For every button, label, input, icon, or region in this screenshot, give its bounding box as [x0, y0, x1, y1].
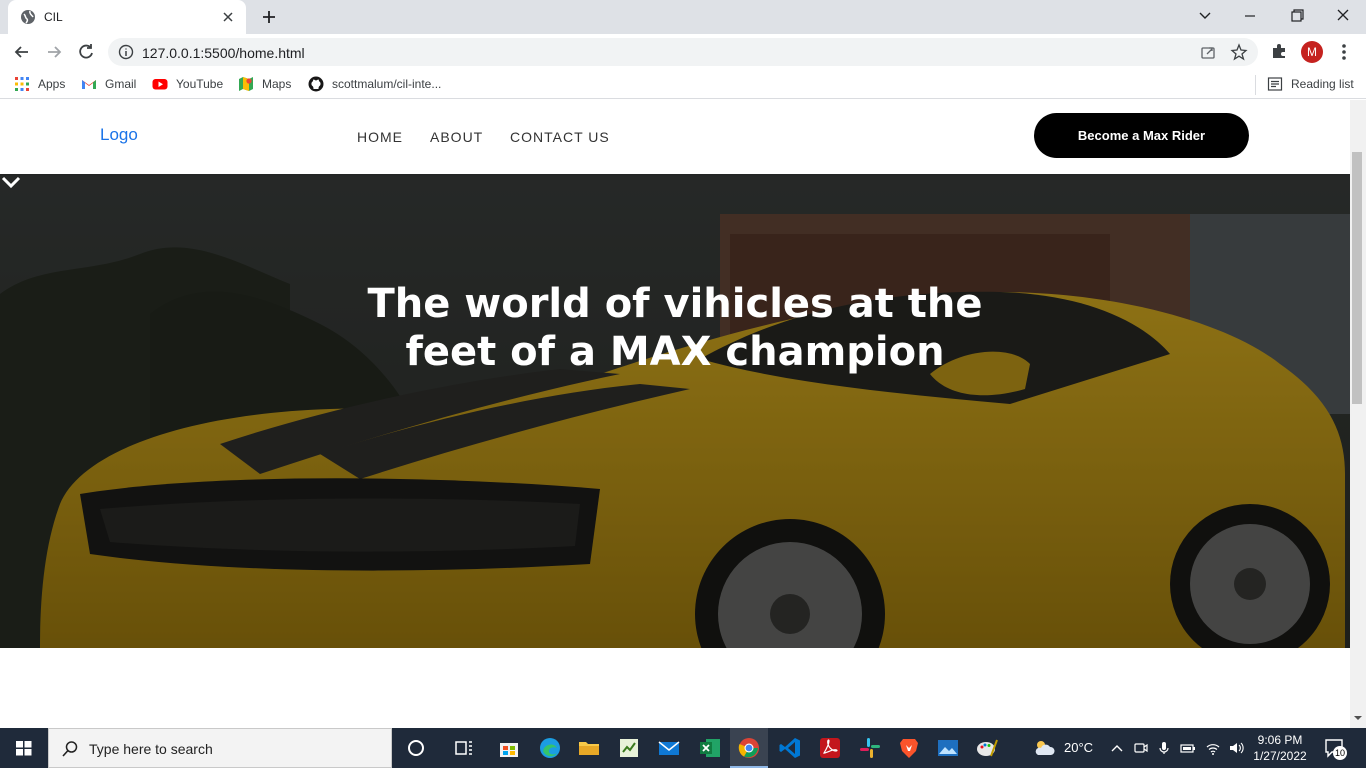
- bookmark-label: Gmail: [105, 77, 137, 91]
- back-icon[interactable]: [12, 42, 32, 62]
- browser-tab[interactable]: CIL: [8, 0, 246, 34]
- windows-taskbar: Type here to search 20°C 9:06 PM 1/27/20…: [0, 728, 1366, 768]
- page-viewport: Logo HOME ABOUT CONTACT US Become a Max …: [0, 100, 1350, 728]
- close-tab-icon[interactable]: [220, 9, 236, 25]
- windows-start-icon[interactable]: [0, 728, 48, 768]
- minimize-icon[interactable]: [1238, 5, 1262, 27]
- tab-search-icon[interactable]: [1193, 5, 1217, 27]
- volume-icon[interactable]: [1228, 740, 1244, 756]
- bookmark-label: Apps: [38, 77, 66, 91]
- bookmark-label: Maps: [262, 77, 292, 91]
- logo-alt-text: Logo: [100, 125, 138, 144]
- meet-now-icon[interactable]: [1133, 740, 1149, 756]
- microsoft-store-icon[interactable]: [497, 736, 521, 760]
- site-header: Logo HOME ABOUT CONTACT US Become a Max …: [0, 100, 1350, 174]
- bookmark-separator: [1255, 75, 1256, 95]
- apps-grid-icon: [15, 77, 29, 91]
- hero-section: The world of vihicles at the feet of a M…: [0, 174, 1350, 648]
- bookmark-label: scottmalum/cil-inte...: [332, 77, 442, 91]
- extensions-puzzle-icon[interactable]: [1270, 42, 1288, 60]
- slack-icon[interactable]: [858, 736, 882, 760]
- bookmarks-bar: Apps Gmail YouTube Maps scottmalum/cil-i…: [0, 70, 1366, 99]
- restore-icon[interactable]: [1285, 5, 1309, 27]
- bookmark-apps[interactable]: Apps: [14, 76, 65, 92]
- browser-toolbar: 127.0.0.1:5500/home.html M: [0, 34, 1366, 70]
- photos-icon[interactable]: [936, 736, 960, 760]
- search-placeholder: Type here to search: [89, 741, 213, 757]
- gmail-icon: [82, 80, 96, 89]
- notification-count-badge: 10: [1333, 746, 1347, 760]
- maps-icon: [239, 77, 253, 91]
- chrome-icon[interactable]: [737, 736, 761, 760]
- globe-icon: [21, 10, 35, 24]
- cortana-icon[interactable]: [404, 736, 428, 760]
- taskbar-clock[interactable]: 9:06 PM 1/27/2022: [1250, 732, 1310, 764]
- site-info-icon[interactable]: [118, 44, 134, 60]
- nav-about[interactable]: ABOUT: [430, 129, 483, 145]
- file-explorer-icon[interactable]: [577, 736, 601, 760]
- nav-home[interactable]: HOME: [357, 129, 403, 145]
- bookmark-maps[interactable]: Maps: [238, 76, 291, 92]
- scrollbar-thumb[interactable]: [1352, 152, 1362, 404]
- bookmark-youtube[interactable]: YouTube: [152, 76, 223, 92]
- new-tab-icon[interactable]: [260, 8, 278, 26]
- page-scrollbar[interactable]: [1350, 100, 1366, 728]
- task-view-icon[interactable]: [452, 736, 476, 760]
- share-icon[interactable]: [1200, 44, 1216, 60]
- chevron-up-icon[interactable]: [1109, 740, 1125, 756]
- browser-titlebar: CIL: [0, 0, 1366, 34]
- clock-time: 9:06 PM: [1257, 733, 1303, 747]
- kebab-menu-icon[interactable]: [1336, 42, 1352, 62]
- search-icon: [62, 741, 78, 757]
- project-app-icon[interactable]: [617, 736, 641, 760]
- profile-avatar[interactable]: M: [1301, 41, 1323, 63]
- scroll-down-arrow-icon[interactable]: [1354, 714, 1362, 722]
- wifi-icon[interactable]: [1205, 740, 1221, 756]
- become-max-rider-button[interactable]: Become a Max Rider: [1034, 113, 1249, 158]
- forward-icon[interactable]: [44, 42, 64, 62]
- nav-contact-us[interactable]: CONTACT US: [510, 129, 610, 145]
- hero-heading-line2: feet of a MAX champion: [405, 329, 945, 375]
- reading-list-icon: [1267, 77, 1283, 91]
- bookmark-gmail[interactable]: Gmail: [81, 76, 136, 92]
- paint-icon[interactable]: [975, 736, 999, 760]
- reload-icon[interactable]: [76, 42, 96, 62]
- chevron-down-icon[interactable]: [0, 174, 22, 190]
- weather-cloud-icon: [1035, 741, 1055, 755]
- close-window-icon[interactable]: [1331, 5, 1355, 27]
- url-text[interactable]: 127.0.0.1:5500/home.html: [142, 45, 305, 61]
- address-bar[interactable]: 127.0.0.1:5500/home.html: [108, 38, 1258, 66]
- excel-icon[interactable]: [698, 736, 722, 760]
- tab-title: CIL: [44, 10, 63, 24]
- taskbar-search-box[interactable]: Type here to search: [48, 728, 392, 768]
- hero-heading-line1: The world of vihicles at the: [367, 281, 983, 327]
- battery-icon[interactable]: [1180, 740, 1196, 756]
- hero-heading: The world of vihicles at the feet of a M…: [0, 280, 1350, 376]
- vscode-icon[interactable]: [778, 736, 802, 760]
- github-icon: [308, 76, 324, 92]
- reading-list-button[interactable]: Reading list: [1267, 76, 1354, 92]
- mail-icon[interactable]: [657, 736, 681, 760]
- bookmark-github[interactable]: scottmalum/cil-inte...: [308, 76, 441, 92]
- bookmark-star-icon[interactable]: [1230, 43, 1248, 61]
- reading-list-label: Reading list: [1291, 77, 1354, 91]
- edge-icon[interactable]: [538, 736, 562, 760]
- site-logo[interactable]: Logo: [100, 125, 138, 145]
- hero-car-image: [0, 174, 1350, 648]
- weather-temperature[interactable]: 20°C: [1064, 740, 1093, 755]
- adobe-acrobat-icon[interactable]: [818, 736, 842, 760]
- bookmark-label: YouTube: [176, 77, 224, 91]
- brave-icon[interactable]: [897, 736, 921, 760]
- microphone-icon[interactable]: [1156, 740, 1172, 756]
- youtube-icon: [152, 79, 168, 90]
- clock-date: 1/27/2022: [1253, 749, 1307, 763]
